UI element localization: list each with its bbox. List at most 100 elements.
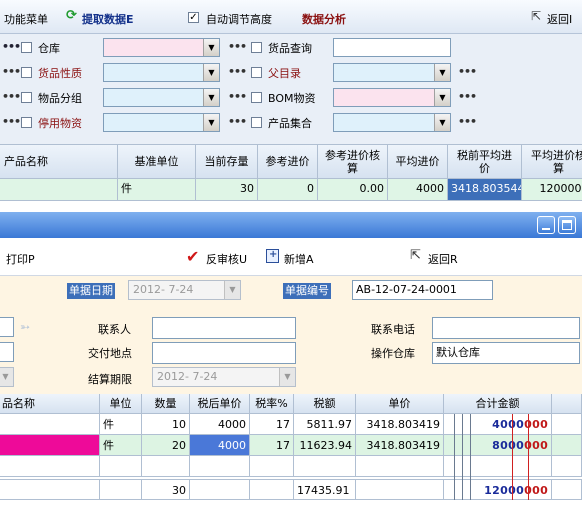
col-header[interactable]: 合计金额 [444, 394, 552, 414]
disabled-items-checkbox[interactable] [21, 117, 32, 128]
warehouse-checkbox[interactable] [21, 42, 32, 53]
col-header[interactable]: 数量 [142, 394, 190, 414]
selected-cell[interactable]: 3418.803544 [448, 179, 522, 201]
op-warehouse-input[interactable]: 默认仓库 [432, 342, 580, 364]
function-menu-button[interactable]: 功能菜单 [4, 11, 48, 27]
product-set-combo[interactable]: ▼ [333, 113, 451, 132]
chevron-down-icon[interactable]: ▼ [434, 114, 450, 131]
table-cell[interactable] [0, 435, 100, 456]
amount-cell[interactable]: 8000000 [444, 435, 552, 456]
table-cell[interactable] [356, 456, 444, 477]
table-cell[interactable] [0, 414, 100, 435]
product-nature-more[interactable]: ••• [228, 65, 247, 78]
table-cell[interactable]: 4000 [190, 414, 250, 435]
doc-no-input[interactable]: AB-12-07-24-0001 [352, 280, 493, 300]
print-button[interactable]: 打印P [6, 251, 35, 267]
bom-items-checkbox[interactable] [251, 92, 262, 103]
col-header[interactable]: 平均进价核算 [522, 145, 582, 179]
table-cell[interactable] [250, 456, 294, 477]
item-group-combo[interactable]: ▼ [103, 88, 220, 107]
col-header[interactable]: 税后单价 [190, 394, 250, 414]
amount-cell[interactable]: 4000000 [444, 414, 552, 435]
col-header[interactable]: 产品名称 [0, 145, 118, 179]
table-cell[interactable] [100, 456, 142, 477]
table-cell[interactable] [0, 179, 118, 201]
table-cell[interactable]: 件 [100, 435, 142, 456]
delivery-input[interactable] [152, 342, 296, 364]
more-dots[interactable]: ••• [2, 40, 21, 53]
item-group-more[interactable]: ••• [228, 90, 247, 103]
warehouse-combo[interactable]: ▼ [103, 38, 220, 57]
contact-input[interactable] [152, 317, 296, 339]
goods-query-checkbox[interactable] [251, 42, 262, 53]
item-group-checkbox[interactable] [21, 92, 32, 103]
bom-items-combo[interactable]: ▼ [333, 88, 451, 107]
table-cell[interactable] [0, 456, 100, 477]
parent-dir-checkbox[interactable] [251, 67, 262, 78]
col-header[interactable]: 税额 [294, 394, 356, 414]
data-analysis-button[interactable]: 数据分析 [302, 11, 346, 27]
chevron-down-icon[interactable]: ▼ [224, 281, 240, 299]
auto-height-checkbox[interactable]: ✓ [188, 12, 199, 23]
disabled-items-more[interactable]: ••• [228, 115, 247, 128]
col-header[interactable]: 单价 [356, 394, 444, 414]
more-dots[interactable]: ••• [2, 115, 21, 128]
address-input[interactable] [0, 342, 14, 362]
disabled-items-combo[interactable]: ▼ [103, 113, 220, 132]
chevron-down-icon[interactable]: ▼ [0, 368, 13, 386]
table-cell[interactable] [444, 456, 552, 477]
product-set-checkbox[interactable] [251, 117, 262, 128]
parent-dir-more[interactable]: ••• [458, 65, 477, 78]
table-cell[interactable]: 5811.97 [294, 414, 356, 435]
col-header[interactable]: 参考进价 [258, 145, 318, 179]
table-cell[interactable]: 11623.94 [294, 435, 356, 456]
product-set-more[interactable]: ••• [458, 115, 477, 128]
bom-items-more[interactable]: ••• [458, 90, 477, 103]
table-cell[interactable] [294, 456, 356, 477]
col-header[interactable]: 单位 [100, 394, 142, 414]
partial-combo[interactable]: ▼ [0, 367, 14, 387]
col-header[interactable]: 基准单位 [118, 145, 196, 179]
table-cell[interactable]: 0.00 [318, 179, 388, 201]
add-button[interactable]: 新增A [284, 251, 314, 267]
chevron-down-icon[interactable]: ▼ [203, 39, 219, 56]
partner-input[interactable] [0, 317, 14, 337]
table-cell[interactable] [190, 456, 250, 477]
chevron-down-icon[interactable]: ▼ [203, 114, 219, 131]
col-header[interactable]: 参考进价核算 [318, 145, 388, 179]
chevron-down-icon[interactable]: ▼ [279, 368, 295, 386]
table-cell[interactable]: 17 [250, 435, 294, 456]
chevron-down-icon[interactable]: ▼ [203, 64, 219, 81]
table-cell[interactable]: 120000.0 [522, 179, 582, 201]
goods-query-input[interactable] [333, 38, 451, 57]
col-header[interactable]: 税率% [250, 394, 294, 414]
maximize-button[interactable] [558, 216, 576, 234]
settle-date-picker[interactable]: 2012- 7-24 ▼ [152, 367, 296, 387]
return-button[interactable]: 返回R [428, 251, 458, 267]
table-cell[interactable]: 4000 [388, 179, 448, 201]
selected-cell[interactable]: 4000 [190, 435, 250, 456]
table-cell[interactable]: 0 [258, 179, 318, 201]
product-nature-combo[interactable]: ▼ [103, 63, 220, 82]
back-button[interactable]: 返回I [547, 11, 572, 27]
chevron-down-icon[interactable]: ▼ [434, 64, 450, 81]
table-cell[interactable] [142, 456, 190, 477]
table-cell[interactable]: 10 [142, 414, 190, 435]
table-cell[interactable]: 3418.803419 [356, 414, 444, 435]
col-header[interactable]: 品名称 [0, 394, 100, 414]
contact-phone-input[interactable] [432, 317, 580, 339]
table-cell[interactable]: 3418.803419 [356, 435, 444, 456]
minimize-button[interactable] [537, 216, 555, 234]
unreview-button[interactable]: 反审核U [206, 251, 247, 267]
warehouse-more[interactable]: ••• [228, 40, 247, 53]
product-nature-checkbox[interactable] [21, 67, 32, 78]
table-cell[interactable]: 件 [118, 179, 196, 201]
doc-date-picker[interactable]: 2012- 7-24 ▼ [128, 280, 241, 300]
more-dots[interactable]: ••• [2, 65, 21, 78]
chevron-down-icon[interactable]: ▼ [434, 89, 450, 106]
col-header[interactable]: 平均进价 [388, 145, 448, 179]
col-header[interactable]: 当前存量 [196, 145, 258, 179]
window-titlebar[interactable] [0, 212, 582, 238]
table-cell[interactable]: 件 [100, 414, 142, 435]
chevron-down-icon[interactable]: ▼ [203, 89, 219, 106]
